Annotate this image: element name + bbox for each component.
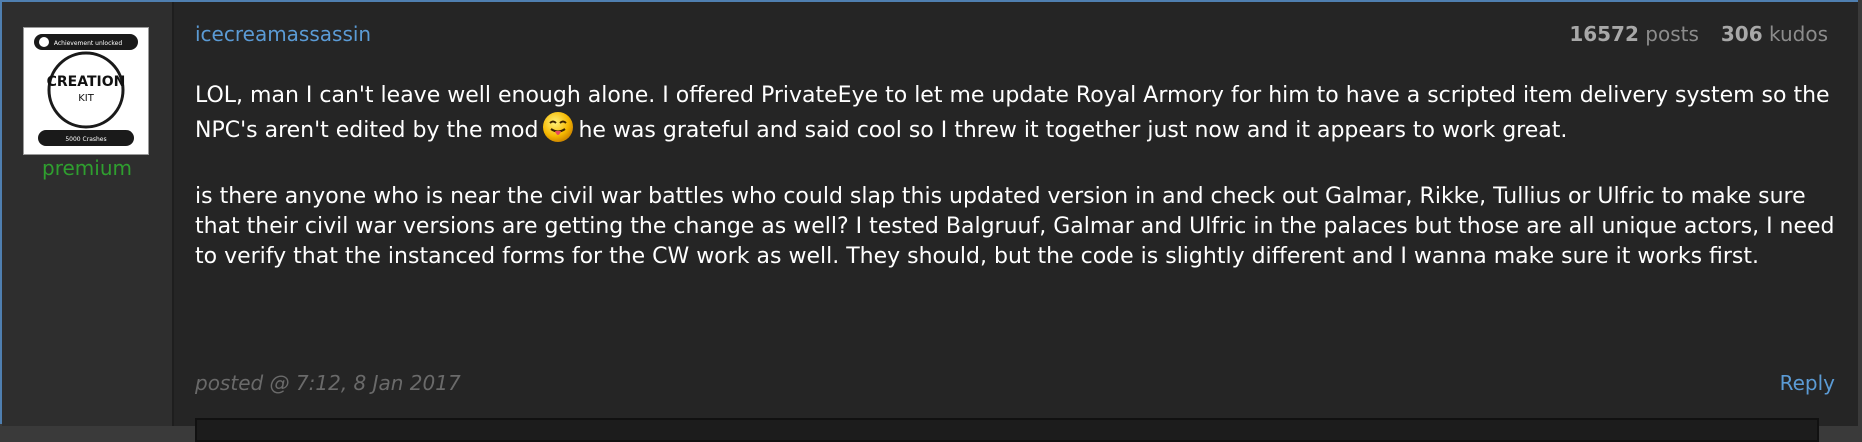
forum-post: Achievement unlocked CREATION KIT 5000 C…	[0, 0, 1858, 442]
avatar-logo-line1: CREATION	[47, 74, 126, 90]
post-footer: posted @ 7:12, 8 Jan 2017 Reply	[195, 371, 1835, 397]
post-main: icecreamassassin 16572 posts 306 kudos LO…	[174, 2, 1858, 442]
reply-button[interactable]: Reply	[1780, 371, 1835, 395]
posts-count: 16572	[1569, 22, 1639, 46]
tongue-out-smiley-icon	[542, 111, 574, 152]
kudos-count: 306	[1720, 22, 1763, 46]
creation-kit-avatar-image: Achievement unlocked CREATION KIT 5000 C…	[24, 28, 148, 154]
avatar[interactable]: Achievement unlocked CREATION KIT 5000 C…	[23, 27, 149, 155]
posted-timestamp: posted @ 7:12, 8 Jan 2017	[195, 371, 461, 395]
avatar-badge-top-text: Achievement unlocked	[54, 40, 122, 47]
kudos-label: kudos	[1769, 22, 1828, 46]
author-link[interactable]: icecreamassassin	[195, 22, 371, 46]
post-body: LOL, man I can't leave well enough alone…	[195, 81, 1835, 272]
author-stats: 16572 posts 306 kudos	[1569, 22, 1828, 46]
post-paragraph-2: is there anyone who is near the civil wa…	[195, 184, 1835, 269]
post-author-sidebar: Achievement unlocked CREATION KIT 5000 C…	[2, 2, 174, 426]
post-paragraph-1: LOL, man I can't leave well enough alone…	[195, 81, 1835, 152]
avatar-badge-bottom-text: 5000 Crashes	[65, 136, 106, 143]
avatar-logo-line2: KIT	[78, 93, 95, 104]
posts-label: posts	[1645, 22, 1699, 46]
reply-input-box[interactable]	[195, 418, 1819, 442]
member-level-label: premium	[42, 156, 132, 180]
post-paragraph-1-end: he was grateful and said cool so I threw…	[578, 118, 1568, 143]
post-header: icecreamassassin 16572 posts 306 kudos	[174, 2, 1858, 68]
